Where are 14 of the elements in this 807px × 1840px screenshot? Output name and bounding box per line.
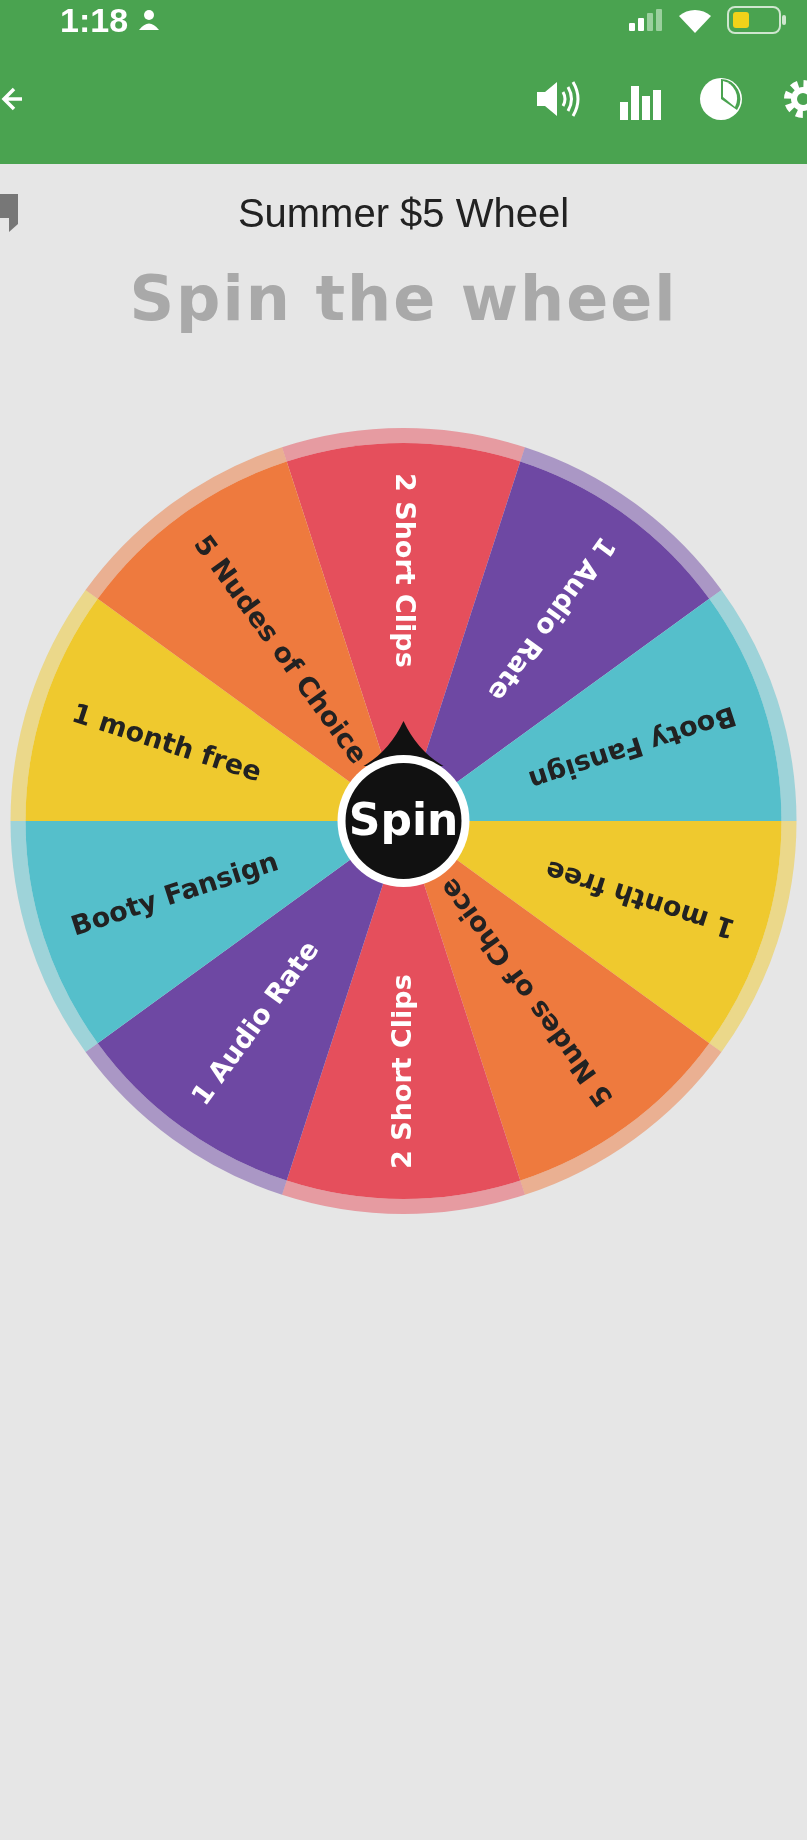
signal-icon (629, 9, 663, 31)
person-icon (138, 9, 161, 31)
wheel-title: Summer $5 Wheel (237, 190, 570, 236)
segment-label: 1 month free (541, 854, 739, 946)
segment-label: 1 month free (68, 696, 266, 788)
page-heading: Spin the wheel (128, 262, 679, 337)
wifi-icon (677, 7, 713, 33)
pie-chart-icon[interactable] (699, 77, 743, 121)
flag-icon[interactable] (0, 194, 18, 232)
status-time: 1:18 (60, 0, 129, 40)
battery-icon (727, 6, 787, 34)
segment-label: 2 Short Clips (390, 473, 421, 668)
segment-label: 2 Short Clips (386, 974, 417, 1169)
speaker-icon[interactable] (535, 79, 581, 119)
